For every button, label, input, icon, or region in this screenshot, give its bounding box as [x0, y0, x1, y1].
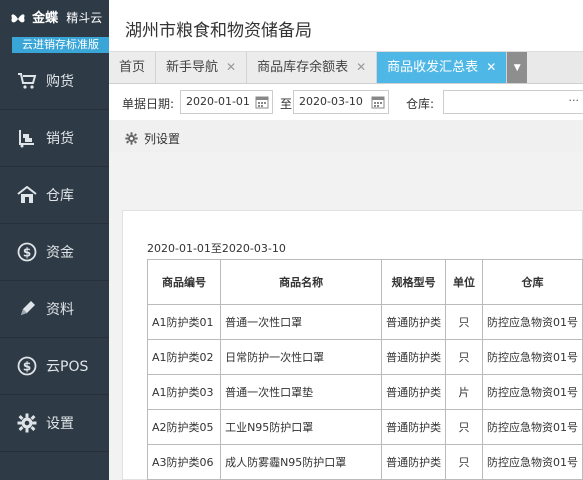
- edition-badge: 云进销存标准版: [12, 37, 109, 53]
- sidebar-nav: 购货 销货 仓库 $ 资金 资料 $ 云POS 设置: [0, 53, 109, 452]
- tab-label: 商品库存余额表: [257, 60, 349, 75]
- sidebar-item-label: 资料: [46, 302, 74, 318]
- sidebar-item-settings[interactable]: 设置: [0, 395, 109, 452]
- table-row[interactable]: A1防护类01 普通一次性口罩 普通防护类 只 防控应急物资01号: [146, 304, 583, 340]
- chevron-down-icon: ▼: [513, 62, 521, 73]
- table-row[interactable]: A1防护类03 普通一次性口罩垫 普通防护类 片 防控应急物资01号: [146, 374, 583, 410]
- butterfly-logo-icon: [11, 13, 25, 22]
- cell-code: A1防护类01: [146, 304, 222, 340]
- trolley-icon: [16, 127, 38, 149]
- cell-name: 日常防护一次性口罩: [220, 339, 383, 375]
- tab-bar: 首页 新手导航 ✕ 商品库存余额表 ✕ 商品收发汇总表 ✕ ▼: [109, 52, 583, 84]
- cell-code: A3防护类06: [146, 444, 222, 480]
- cell-spec: 普通防护类: [381, 409, 447, 445]
- column-header[interactable]: 商品编号: [146, 259, 222, 305]
- warehouse-select[interactable]: ···: [443, 90, 583, 114]
- cell-unit: 只: [445, 444, 483, 480]
- cell-spec: 普通防护类: [381, 444, 447, 480]
- close-icon[interactable]: ✕: [356, 52, 366, 83]
- gear-icon: [125, 132, 138, 145]
- tab-label: 首页: [119, 60, 146, 75]
- end-date-value: 2020-03-10: [299, 95, 363, 108]
- more-icon[interactable]: ···: [569, 94, 580, 107]
- sidebar-item-sales[interactable]: 销货: [0, 110, 109, 167]
- cell-name: 普通一次性口罩: [220, 304, 383, 340]
- calendar-icon[interactable]: [255, 95, 269, 109]
- cell-warehouse: 防控应急物资01号: [481, 304, 583, 340]
- tab-more-dropdown[interactable]: ▼: [507, 52, 528, 83]
- close-icon[interactable]: ✕: [226, 52, 236, 83]
- column-header[interactable]: 商品名称: [220, 259, 383, 305]
- warehouse-icon: [16, 184, 38, 206]
- sidebar-item-label: 设置: [46, 416, 74, 432]
- sidebar: 金蝶 精斗云 云进销存标准版 购货 销货 仓库 $ 资金 资料 $ 云POS 设…: [0, 0, 109, 480]
- cell-unit: 片: [445, 374, 483, 410]
- filter-bar: 单据日期: 2020-01-01 至 2020-03-10 仓库: ···: [109, 84, 583, 120]
- report-date-range: 2020-01-01至2020-03-10: [147, 242, 286, 255]
- table-row[interactable]: A2防护类05 工业N95防护口罩 普通防护类 只 防控应急物资01号: [146, 409, 583, 445]
- cell-warehouse: 防控应急物资01号: [481, 409, 583, 445]
- tab-home[interactable]: 首页: [109, 52, 157, 83]
- top-header: 湖州市粮食和物资储备局: [109, 0, 583, 52]
- sidebar-item-funds[interactable]: $ 资金: [0, 224, 109, 281]
- gear-icon: [16, 412, 38, 434]
- tab-goods-summary[interactable]: 商品收发汇总表 ✕: [377, 52, 508, 83]
- cell-spec: 普通防护类: [381, 339, 447, 375]
- end-date-input[interactable]: 2020-03-10: [293, 90, 389, 114]
- brand-name: 金蝶: [32, 11, 59, 26]
- cell-spec: 普通防护类: [381, 304, 447, 340]
- column-settings-button[interactable]: 列设置: [125, 130, 180, 147]
- table-row[interactable]: A3防护类06 成人防雾霾N95防护口罩 普通防护类 只 防控应急物资01号: [146, 444, 583, 480]
- sidebar-item-label: 仓库: [46, 188, 74, 204]
- cell-code: A2防护类05: [146, 409, 222, 445]
- svg-text:$: $: [23, 360, 31, 374]
- sidebar-item-label: 购货: [46, 74, 74, 90]
- sidebar-item-warehouse[interactable]: 仓库: [0, 167, 109, 224]
- cell-code: A1防护类02: [146, 339, 222, 375]
- cell-name: 普通一次性口罩垫: [220, 374, 383, 410]
- tab-label: 新手导航: [166, 60, 219, 75]
- logo: 金蝶 精斗云: [0, 0, 109, 38]
- warehouse-label: 仓库:: [406, 97, 435, 111]
- column-header[interactable]: 仓库: [481, 259, 583, 305]
- table-header-row: 商品编号 商品名称 规格型号 单位 仓库: [146, 259, 583, 305]
- to-label: 至: [280, 97, 293, 111]
- cell-code: A1防护类03: [146, 374, 222, 410]
- column-header[interactable]: 规格型号: [381, 259, 447, 305]
- tab-label: 商品收发汇总表: [387, 60, 479, 75]
- cell-unit: 只: [445, 409, 483, 445]
- column-settings-label: 列设置: [144, 132, 181, 146]
- close-icon[interactable]: ✕: [486, 52, 496, 83]
- cell-name: 成人防雾霾N95防护口罩: [220, 444, 383, 480]
- cell-warehouse: 防控应急物资01号: [481, 374, 583, 410]
- pos-icon: $: [16, 355, 38, 377]
- cart-icon: [16, 70, 38, 92]
- summary-table: 商品编号 商品名称 规格型号 单位 仓库 A1防护类01 普通一次性口罩 普通防…: [146, 259, 583, 480]
- brand-sub: 精斗云: [66, 11, 103, 25]
- sidebar-item-label: 资金: [46, 245, 74, 261]
- svg-text:$: $: [23, 246, 31, 260]
- sidebar-item-purchase[interactable]: 购货: [0, 53, 109, 110]
- tab-guide[interactable]: 新手导航 ✕: [156, 52, 248, 83]
- dollar-icon: $: [16, 241, 38, 263]
- sidebar-item-data[interactable]: 资料: [0, 281, 109, 338]
- organization-title: 湖州市粮食和物资储备局: [125, 21, 312, 41]
- cell-warehouse: 防控应急物资01号: [481, 444, 583, 480]
- start-date-value: 2020-01-01: [186, 95, 250, 108]
- tab-inventory-balance[interactable]: 商品库存余额表 ✕: [247, 52, 378, 83]
- pencil-icon: [16, 298, 38, 320]
- sidebar-item-label: 云POS: [46, 359, 89, 375]
- cell-name: 工业N95防护口罩: [220, 409, 383, 445]
- date-label: 单据日期:: [122, 97, 175, 111]
- cell-unit: 只: [445, 304, 483, 340]
- cell-warehouse: 防控应急物资01号: [481, 339, 583, 375]
- table-row[interactable]: A1防护类02 日常防护一次性口罩 普通防护类 只 防控应急物资01号: [146, 339, 583, 375]
- start-date-input[interactable]: 2020-01-01: [180, 90, 273, 114]
- calendar-icon[interactable]: [371, 95, 385, 109]
- column-header[interactable]: 单位: [445, 259, 483, 305]
- cell-unit: 只: [445, 339, 483, 375]
- sidebar-item-label: 销货: [46, 131, 74, 147]
- sidebar-item-pos[interactable]: $ 云POS: [0, 338, 109, 395]
- cell-spec: 普通防护类: [381, 374, 447, 410]
